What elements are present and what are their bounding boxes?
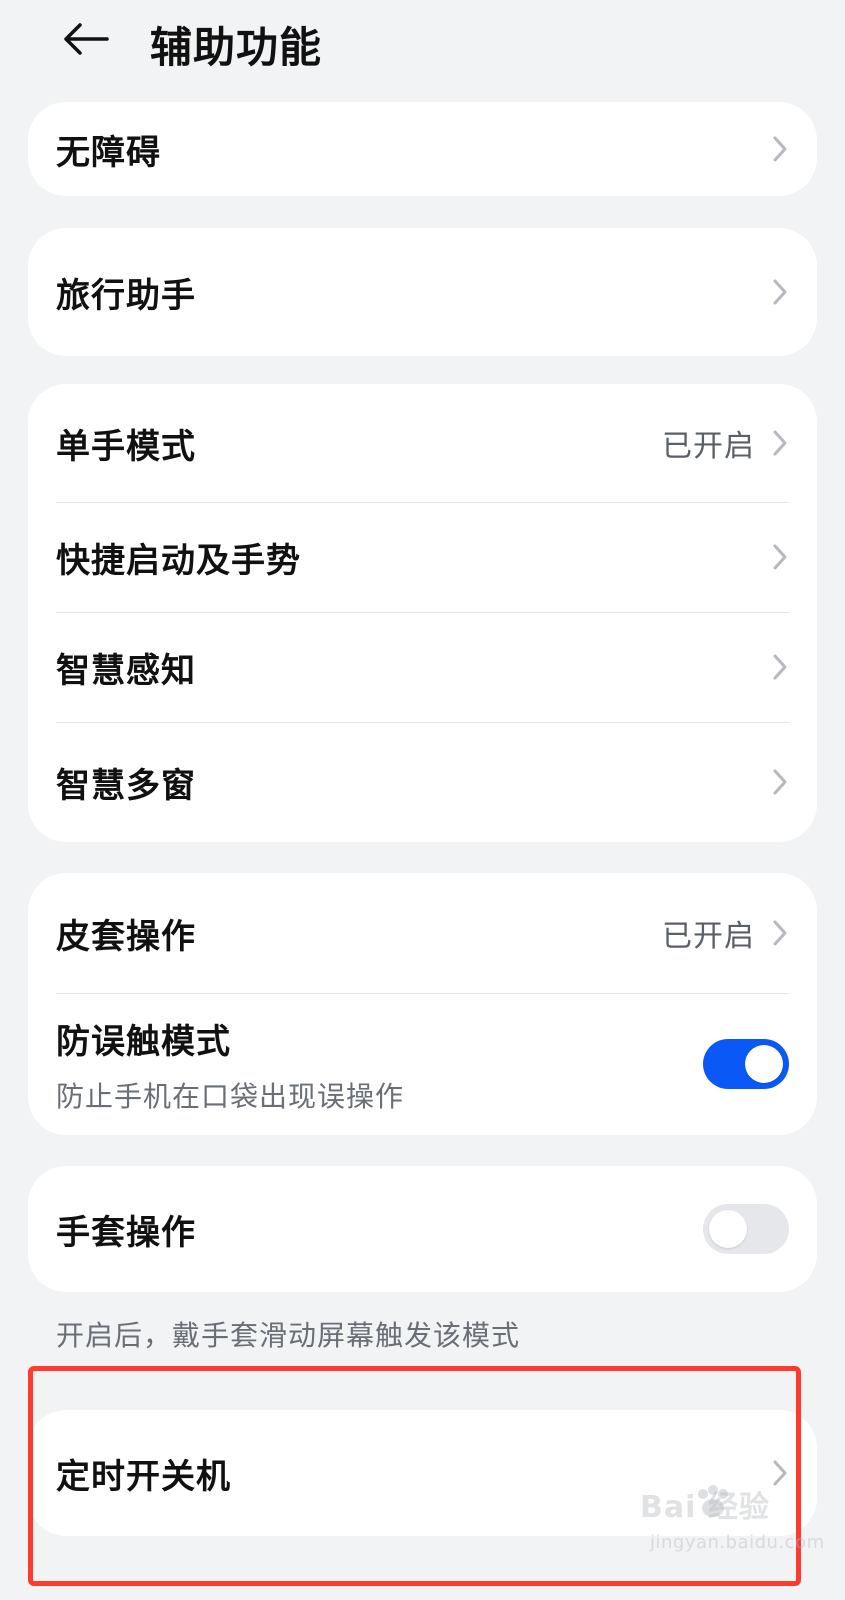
accessibility-label: 无障碍 <box>56 132 161 173</box>
chevron-right-icon <box>771 918 789 948</box>
flip-cover-status: 已开启 <box>662 919 755 954</box>
accessibility-row[interactable]: 无障碍 <box>28 102 817 196</box>
chevron-right-icon <box>771 1458 789 1488</box>
chevron-right-icon <box>771 652 789 682</box>
flip-cover-label: 皮套操作 <box>56 916 196 957</box>
scheduled-power-row[interactable]: 定时开关机 <box>28 1410 817 1536</box>
glove-mode-card: 手套操作 <box>28 1166 817 1292</box>
quick-launch-gestures-label: 快捷启动及手势 <box>56 540 301 581</box>
chevron-right-icon <box>771 428 789 458</box>
glove-mode-toggle[interactable] <box>703 1204 789 1254</box>
quick-launch-gestures-row[interactable]: 快捷启动及手势 <box>28 502 817 612</box>
top-app-bar: 辅助功能 <box>0 0 845 92</box>
glove-mode-caption: 开启后，戴手套滑动屏幕触发该模式 <box>56 1319 521 1352</box>
toggle-knob <box>709 1210 747 1248</box>
chevron-right-icon <box>771 767 789 797</box>
gesture-settings-card: 单手模式 已开启 快捷启动及手势 智慧感知 智慧多窗 <box>28 384 817 842</box>
smart-perception-row[interactable]: 智慧感知 <box>28 612 817 722</box>
one-hand-mode-status: 已开启 <box>662 429 755 464</box>
accidental-touch-toggle[interactable] <box>703 1039 789 1089</box>
accidental-touch-row: 防误触模式 防止手机在口袋出现误操作 <box>28 993 817 1135</box>
chevron-right-icon <box>771 542 789 572</box>
cover-and-touch-card: 皮套操作 已开启 防误触模式 防止手机在口袋出现误操作 <box>28 873 817 1135</box>
chevron-right-icon <box>771 277 789 307</box>
travel-assistant-row[interactable]: 旅行助手 <box>28 228 817 356</box>
smart-multi-window-row[interactable]: 智慧多窗 <box>28 722 817 842</box>
glove-mode-label: 手套操作 <box>56 1212 196 1253</box>
travel-assistant-card: 旅行助手 <box>28 228 817 356</box>
one-hand-mode-label: 单手模式 <box>56 426 196 467</box>
smart-multi-window-label: 智慧多窗 <box>56 765 196 806</box>
page-title: 辅助功能 <box>150 23 323 72</box>
flip-cover-row[interactable]: 皮套操作 已开启 <box>28 873 817 993</box>
accessibility-card: 无障碍 <box>28 102 817 196</box>
glove-mode-row: 手套操作 <box>28 1166 817 1292</box>
smart-perception-label: 智慧感知 <box>56 650 196 691</box>
one-hand-mode-row[interactable]: 单手模式 已开启 <box>28 384 817 502</box>
back-arrow-icon <box>63 22 109 60</box>
travel-assistant-label: 旅行助手 <box>56 275 196 316</box>
scheduled-power-label: 定时开关机 <box>56 1456 231 1497</box>
chevron-right-icon <box>771 134 789 164</box>
accidental-touch-subtitle: 防止手机在口袋出现误操作 <box>56 1079 405 1113</box>
scheduled-power-card: 定时开关机 <box>28 1410 817 1536</box>
accidental-touch-label: 防误触模式 <box>56 1021 231 1062</box>
toggle-knob <box>745 1045 783 1083</box>
back-button[interactable] <box>56 16 116 66</box>
